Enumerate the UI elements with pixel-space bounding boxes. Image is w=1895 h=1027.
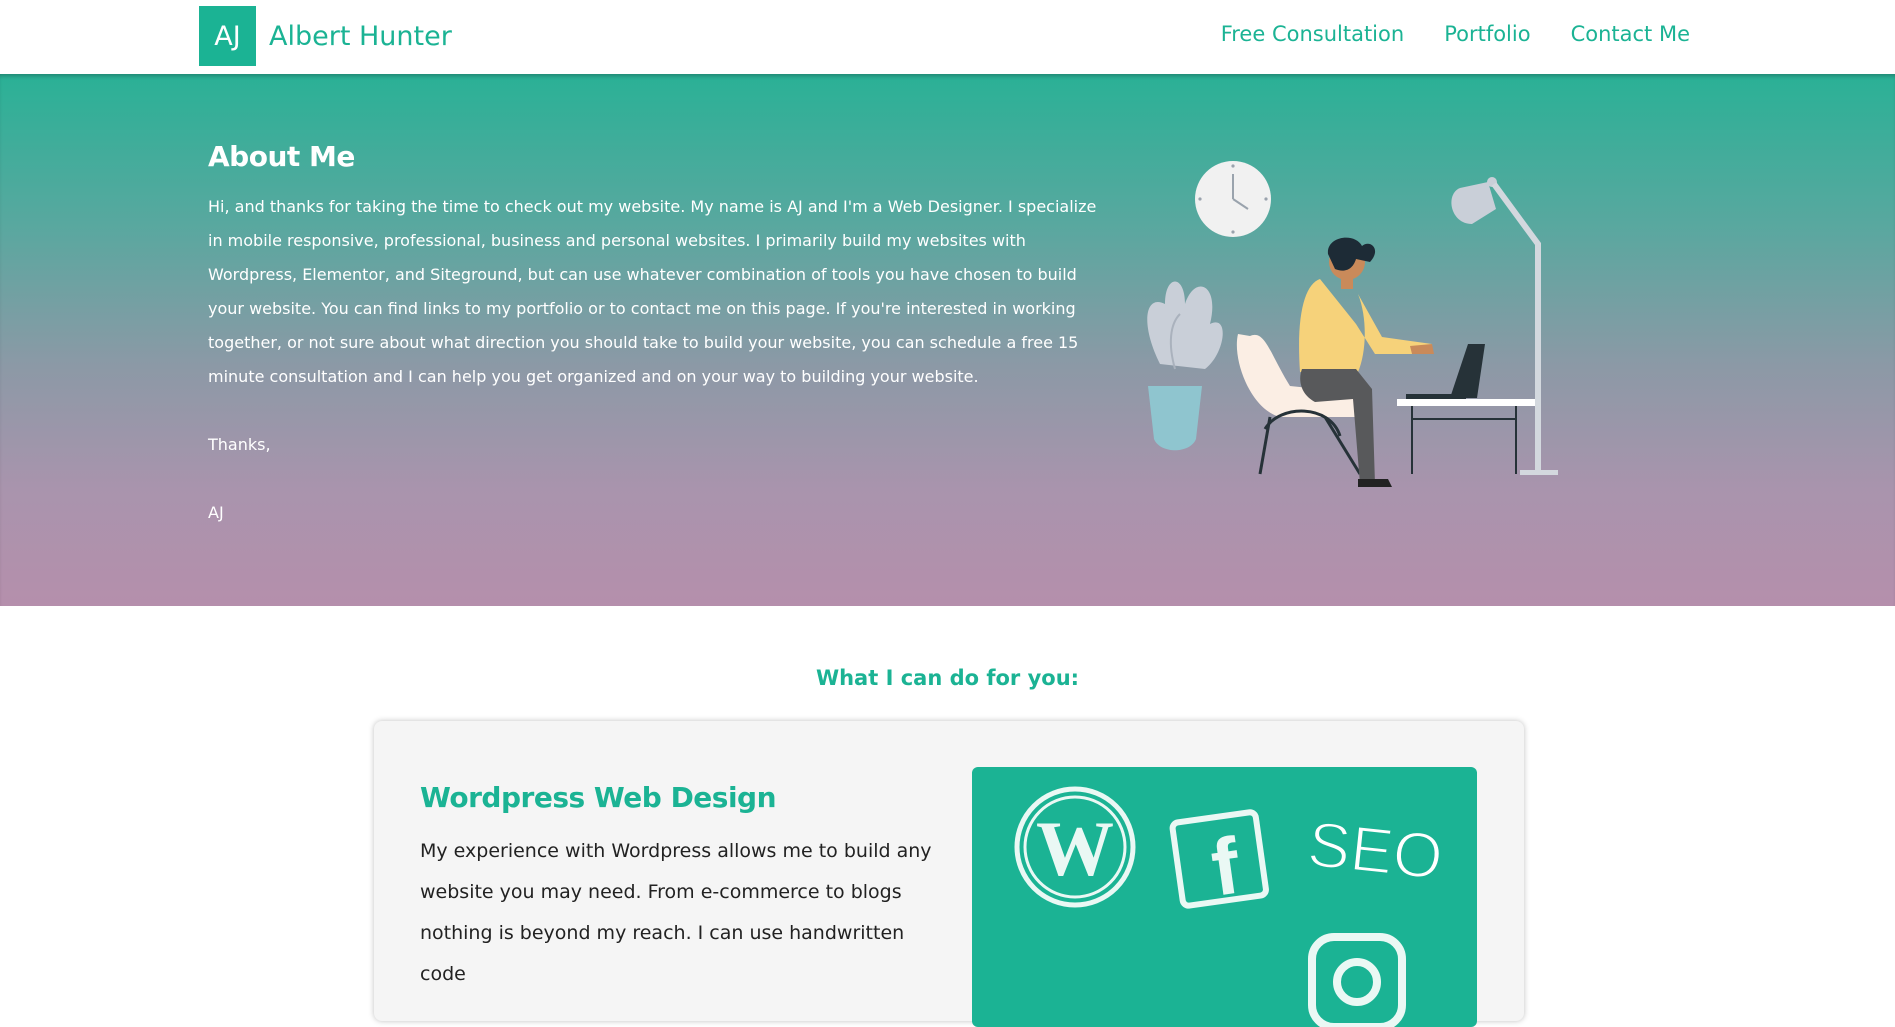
clock-icon: [1195, 161, 1271, 237]
about-thanks: Thanks,: [208, 435, 271, 454]
about-signature: AJ: [208, 503, 224, 522]
main-nav: Free Consultation Portfolio Contact Me: [1181, 22, 1690, 46]
instagram-icon: [1308, 933, 1406, 1027]
services-heading: What I can do for you:: [815, 666, 1080, 690]
workspace-illustration: [1147, 161, 1558, 487]
lamp-icon: [1451, 177, 1558, 475]
service-card-body: My experience with Wordpress allows me t…: [420, 840, 932, 985]
brand[interactable]: AJ Albert Hunter: [199, 6, 452, 66]
svg-text:W: W: [1036, 805, 1114, 892]
about-title: About Me: [208, 140, 355, 173]
brand-name[interactable]: Albert Hunter: [269, 21, 452, 52]
desk-icon: [1397, 399, 1539, 474]
logo[interactable]: AJ: [199, 6, 256, 66]
nav-portfolio[interactable]: Portfolio: [1444, 22, 1530, 46]
facebook-icon: f: [1169, 809, 1269, 913]
seo-label: SEO: [1304, 808, 1446, 894]
nav-free-consultation[interactable]: Free Consultation: [1221, 22, 1404, 46]
person-icon: [1299, 237, 1434, 487]
nav-contact-me[interactable]: Contact Me: [1571, 22, 1690, 46]
about-text-block: About Me Hi, and thanks for taking the t…: [208, 140, 1108, 530]
about-section: About Me Hi, and thanks for taking the t…: [0, 74, 1895, 606]
service-card-title: Wordpress Web Design: [420, 781, 777, 814]
about-body: Hi, and thanks for taking the time to ch…: [208, 197, 1097, 386]
plant-icon: [1147, 281, 1223, 451]
svg-text:f: f: [1206, 821, 1245, 913]
site-header: AJ Albert Hunter Free Consultation Portf…: [0, 0, 1895, 74]
service-card: Wordpress Web Design My experience with …: [374, 721, 1524, 1027]
service-card-image: W f SEO: [972, 767, 1477, 1027]
wordpress-icon: W: [1014, 786, 1136, 908]
